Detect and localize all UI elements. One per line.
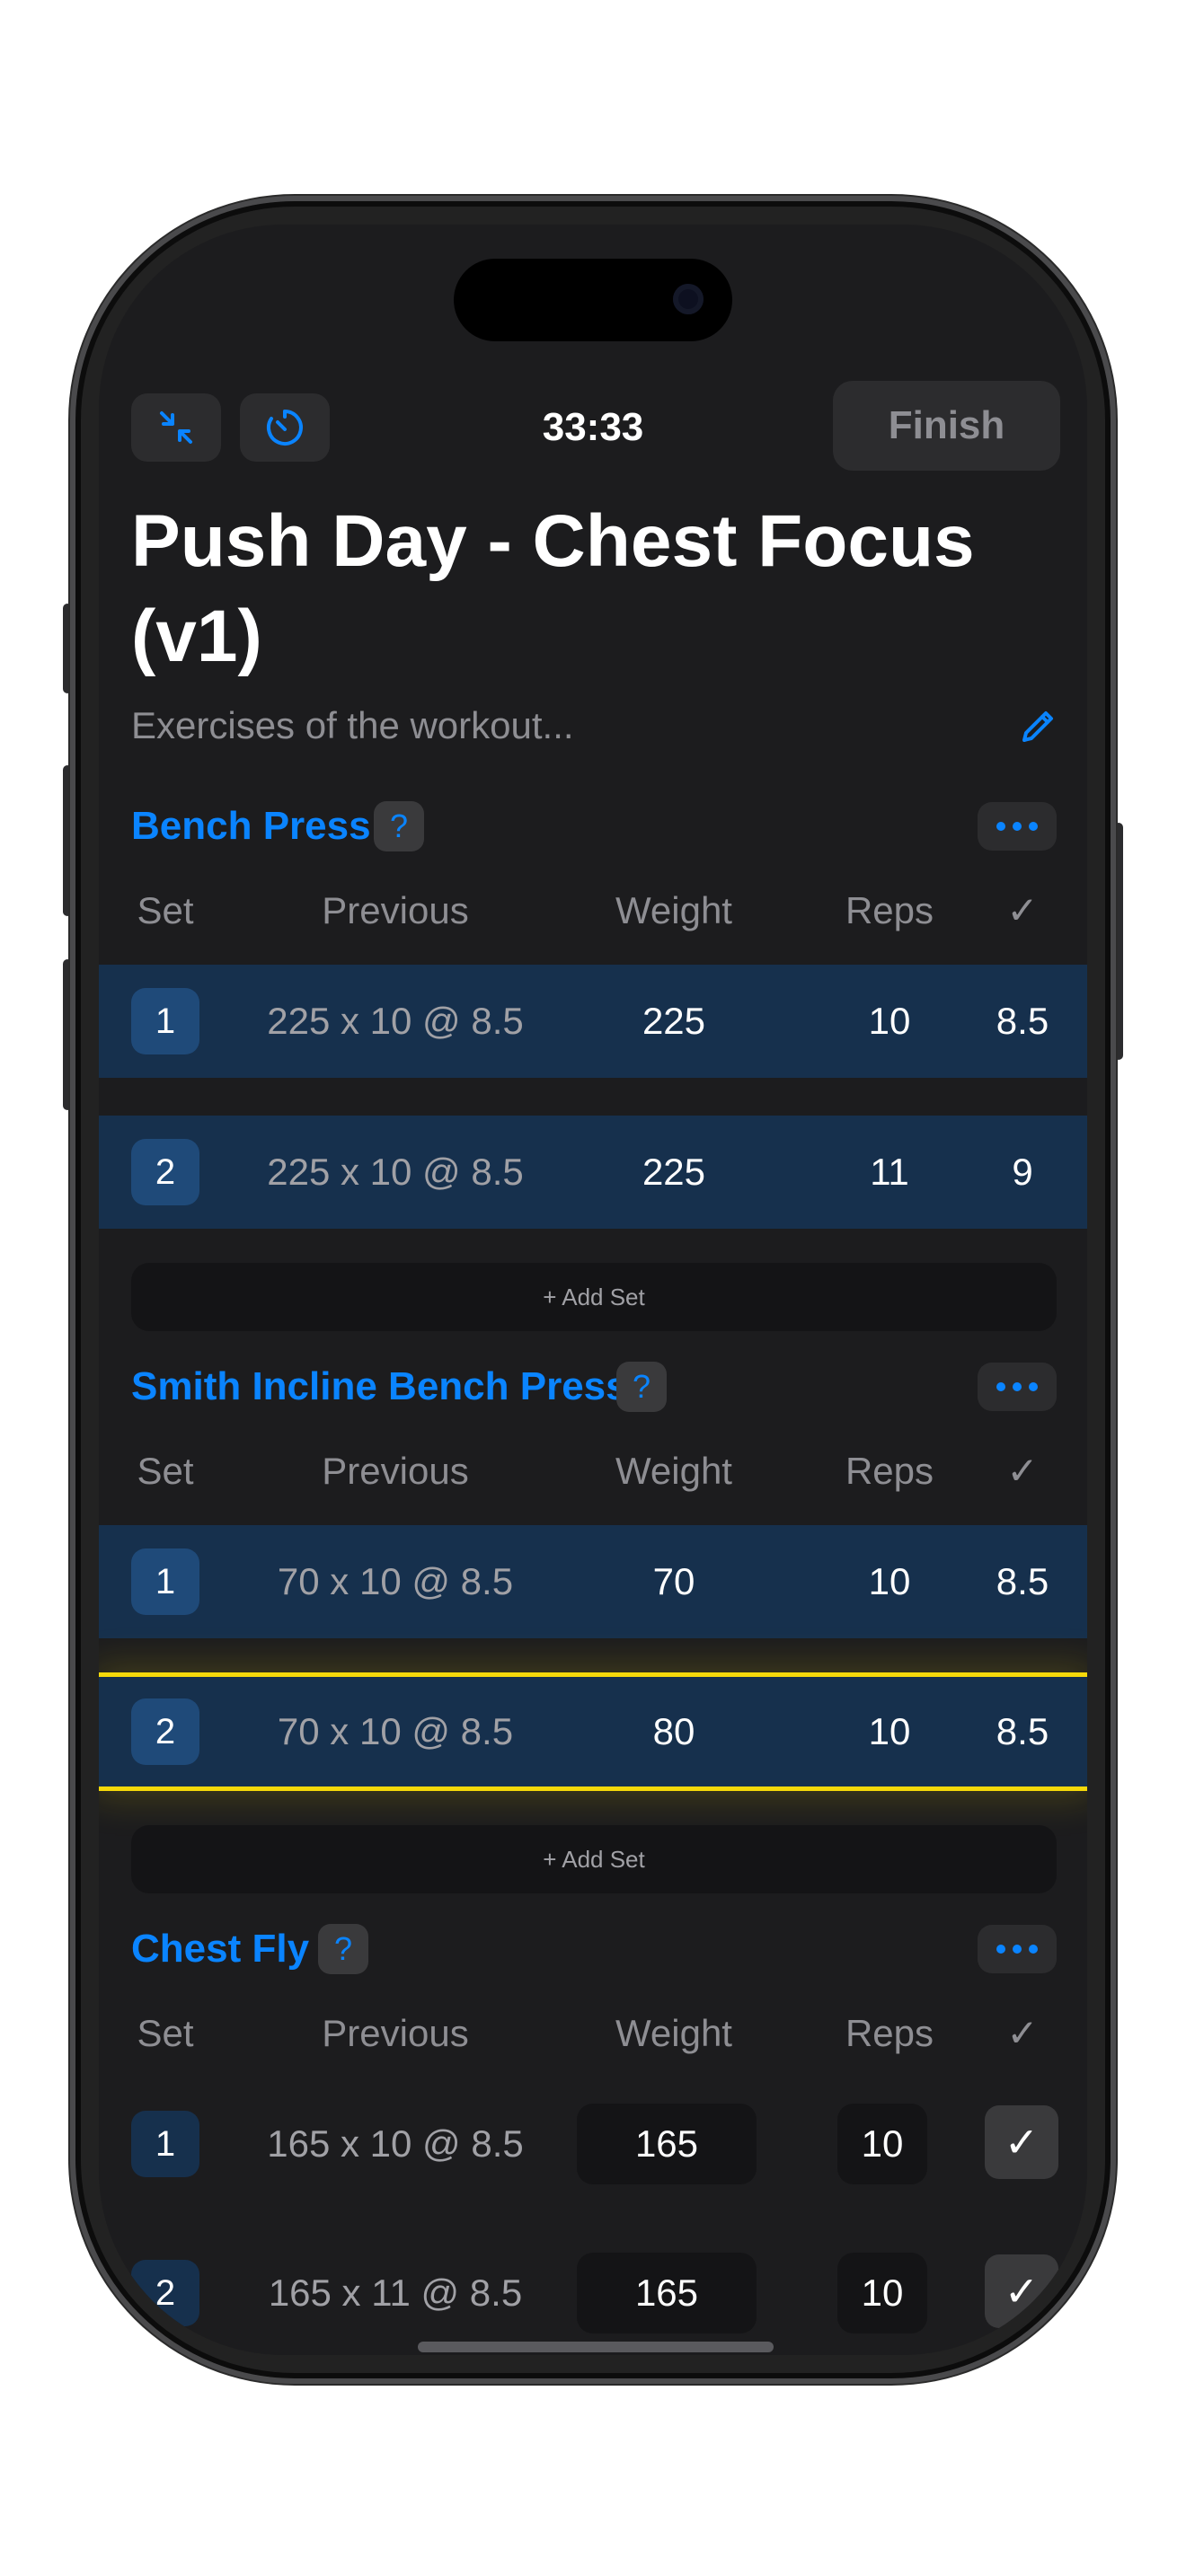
set-row[interactable]: 2 165 x 11 @ 8.5 165 10 ✓ bbox=[99, 2236, 1087, 2350]
previous-value: 225 x 10 @ 8.5 bbox=[267, 1000, 524, 1042]
complete-set-checkbox[interactable]: ✓ bbox=[985, 2105, 1058, 2179]
column-header-set: Set bbox=[137, 2012, 194, 2054]
set-row[interactable]: 2 225 x 10 @ 8.5 225 11 9 bbox=[99, 1116, 1087, 1229]
previous-value: 225 x 10 @ 8.5 bbox=[267, 1151, 524, 1193]
previous-value: 165 x 10 @ 8.5 bbox=[267, 2122, 524, 2165]
home-indicator[interactable] bbox=[418, 2342, 774, 2352]
column-header-previous: Previous bbox=[322, 1450, 469, 1492]
exercise-more-button[interactable] bbox=[978, 1925, 1057, 1973]
exercise-more-button[interactable] bbox=[978, 1363, 1057, 1411]
workout-description[interactable]: Exercises of the workout... bbox=[131, 701, 574, 751]
reps-input[interactable]: 10 bbox=[837, 2253, 927, 2333]
stopwatch-icon bbox=[266, 410, 303, 446]
column-header-check: ✓ bbox=[1006, 2012, 1039, 2054]
weight-value[interactable]: 80 bbox=[584, 1677, 764, 1786]
column-header-previous: Previous bbox=[322, 889, 469, 931]
rpe-value[interactable]: 8.5 bbox=[979, 1677, 1066, 1786]
set-number[interactable]: 1 bbox=[131, 988, 199, 1054]
reps-input[interactable]: 10 bbox=[837, 2104, 927, 2184]
weight-value[interactable]: 225 bbox=[584, 965, 764, 1078]
weight-value[interactable]: 225 bbox=[584, 1116, 764, 1229]
front-camera bbox=[673, 284, 704, 314]
previous-value: 70 x 10 @ 8.5 bbox=[277, 1710, 514, 1752]
workout-title: Push Day - Chest Focus (v1) bbox=[131, 500, 975, 677]
add-set-button[interactable]: + Add Set bbox=[131, 1825, 1057, 1893]
column-header-weight: Weight bbox=[615, 1450, 732, 1492]
ellipsis-icon bbox=[996, 1945, 1038, 1954]
set-row[interactable]: 1 165 x 10 @ 8.5 165 10 ✓ bbox=[99, 2087, 1087, 2201]
column-header-weight: Weight bbox=[615, 889, 732, 931]
previous-value: 165 x 11 @ 8.5 bbox=[268, 2272, 523, 2314]
ellipsis-icon bbox=[996, 1382, 1038, 1391]
rest-timer-button[interactable] bbox=[240, 393, 330, 462]
reps-value[interactable]: 10 bbox=[818, 965, 961, 1078]
reps-value[interactable]: 11 bbox=[818, 1116, 961, 1229]
exercise-info-button[interactable]: ? bbox=[616, 1362, 667, 1412]
reps-value[interactable]: 10 bbox=[818, 1525, 961, 1638]
weight-input[interactable]: 165 bbox=[577, 2104, 757, 2184]
column-header-previous: Previous bbox=[322, 2012, 469, 2054]
set-row-highlighted[interactable]: 2 70 x 10 @ 8.5 80 10 8.5 bbox=[99, 1672, 1087, 1791]
set-number[interactable]: 2 bbox=[131, 1698, 199, 1765]
rpe-value[interactable]: 9 bbox=[979, 1116, 1066, 1229]
previous-value: 70 x 10 @ 8.5 bbox=[277, 1560, 514, 1602]
minimize-icon bbox=[160, 411, 192, 444]
column-header-set: Set bbox=[137, 1450, 194, 1492]
exercise-name[interactable]: Bench Press bbox=[131, 799, 371, 853]
complete-set-checkbox[interactable]: ✓ bbox=[985, 2254, 1058, 2328]
checkmark-icon: ✓ bbox=[1004, 2268, 1040, 2315]
rpe-value[interactable]: 8.5 bbox=[979, 1525, 1066, 1638]
column-header-reps: Reps bbox=[845, 2012, 934, 2054]
set-row[interactable]: 1 70 x 10 @ 8.5 70 10 8.5 bbox=[99, 1525, 1087, 1638]
column-header-set: Set bbox=[137, 889, 194, 931]
set-number[interactable]: 1 bbox=[131, 2111, 199, 2177]
column-header-check: ✓ bbox=[1006, 889, 1039, 931]
set-row[interactable]: 1 225 x 10 @ 8.5 225 10 8.5 bbox=[99, 965, 1087, 1078]
app-screen: 33:33 Finish Push Day - Chest Focus (v1)… bbox=[99, 225, 1087, 2355]
set-number[interactable]: 1 bbox=[131, 1548, 199, 1615]
finish-button[interactable]: Finish bbox=[833, 381, 1060, 471]
exercise-name[interactable]: Smith Incline Bench Press bbox=[131, 1360, 628, 1414]
set-number[interactable]: 2 bbox=[131, 2260, 199, 2326]
reps-value[interactable]: 10 bbox=[818, 1677, 961, 1786]
exercise-info-button[interactable]: ? bbox=[318, 1924, 368, 1974]
column-header-reps: Reps bbox=[845, 889, 934, 931]
ellipsis-icon bbox=[996, 822, 1038, 831]
column-header-reps: Reps bbox=[845, 1450, 934, 1492]
set-number[interactable]: 2 bbox=[131, 1139, 199, 1205]
exercise-name[interactable]: Chest Fly bbox=[131, 1922, 309, 1976]
minimize-button[interactable] bbox=[131, 393, 221, 462]
exercise-more-button[interactable] bbox=[978, 802, 1057, 851]
rpe-value[interactable]: 8.5 bbox=[979, 965, 1066, 1078]
pencil-icon[interactable] bbox=[1017, 706, 1058, 747]
column-header-weight: Weight bbox=[615, 2012, 732, 2054]
workout-timer: 33:33 bbox=[542, 405, 644, 449]
add-set-button[interactable]: + Add Set bbox=[131, 1263, 1057, 1331]
column-header-check: ✓ bbox=[1006, 1450, 1039, 1492]
weight-value[interactable]: 70 bbox=[584, 1525, 764, 1638]
checkmark-icon: ✓ bbox=[1004, 2119, 1040, 2166]
weight-input[interactable]: 165 bbox=[577, 2253, 757, 2333]
dynamic-island bbox=[454, 259, 732, 341]
exercise-info-button[interactable]: ? bbox=[374, 801, 424, 851]
